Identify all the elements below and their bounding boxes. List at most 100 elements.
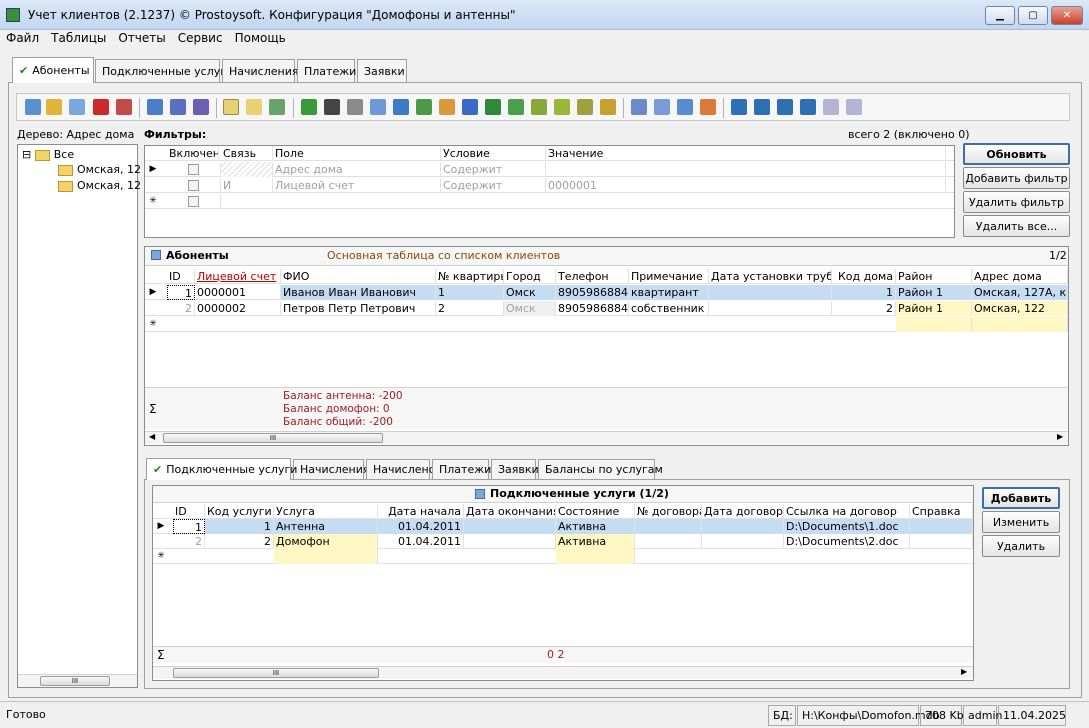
address-cell[interactable]: Омская, 127А, к1 xyxy=(972,285,1068,300)
export-txt-icon[interactable] xyxy=(531,99,547,115)
next-record-icon[interactable] xyxy=(777,99,793,115)
link-cell[interactable] xyxy=(221,162,273,177)
id-cell[interactable]: 2 xyxy=(167,301,195,316)
prev-record-icon[interactable] xyxy=(754,99,770,115)
export-csv-icon[interactable] xyxy=(508,99,524,115)
col-fio[interactable]: ФИО xyxy=(281,269,436,284)
filter-clear-icon[interactable] xyxy=(193,99,209,115)
grid-settings-icon[interactable] xyxy=(677,99,693,115)
scroll-right-icon[interactable]: ▶ xyxy=(1057,432,1063,441)
house-code-cell[interactable]: 1 xyxy=(832,285,896,300)
col-state[interactable]: Состояние xyxy=(556,504,635,519)
export-word-icon[interactable] xyxy=(462,99,478,115)
new-row[interactable]: ✳ xyxy=(145,317,1068,332)
reference-icon[interactable] xyxy=(823,99,839,115)
tab-charges[interactable]: Начисления xyxy=(222,59,298,83)
service-cell[interactable] xyxy=(274,549,378,564)
add-service-button[interactable]: Добавить xyxy=(982,487,1060,509)
menu-help[interactable]: Помощь xyxy=(229,30,292,45)
delete-all-icon[interactable] xyxy=(116,99,132,115)
menu-tables[interactable]: Таблицы xyxy=(45,30,112,45)
col-district[interactable]: Район xyxy=(896,269,972,284)
col-enabled[interactable]: Включен xyxy=(167,146,219,161)
enabled-checkbox[interactable] xyxy=(188,196,199,207)
export-html-icon[interactable] xyxy=(439,99,455,115)
col-end-date[interactable]: Дата окончания xyxy=(464,504,556,519)
col-id[interactable]: ID xyxy=(173,504,205,519)
address-tree[interactable]: ⊟ Все Омская, 12 Омская, 12 III xyxy=(17,144,141,688)
tab-payments[interactable]: Платежи xyxy=(297,59,356,83)
note-cell[interactable]: собственник xyxy=(629,301,709,316)
condition-cell[interactable]: Содержит xyxy=(441,162,546,177)
col-value[interactable]: Значение xyxy=(546,146,946,161)
table-row[interactable]: ▶ 1 1 Антенна 01.04.2011 Активна D:\Docu… xyxy=(153,519,973,534)
col-note[interactable]: Примечание xyxy=(629,269,709,284)
subscribers-hscrollbar[interactable]: ◀ III ▶ xyxy=(145,431,1068,444)
tree-node[interactable]: Омская, 12 xyxy=(58,179,141,192)
table-row[interactable]: ▶ Адрес дома Содержит xyxy=(145,162,954,177)
filter-icon[interactable] xyxy=(147,99,163,115)
col-city[interactable]: Город xyxy=(504,269,556,284)
service-code-cell[interactable]: 2 xyxy=(205,534,274,549)
subtab-payments[interactable]: Платежи xyxy=(432,459,491,479)
filter-remove-icon[interactable] xyxy=(170,99,186,115)
account-cell[interactable]: 0000002 xyxy=(195,301,281,316)
contract-link-cell[interactable]: D:\Documents\2.doc xyxy=(784,534,910,549)
remove-all-filters-button[interactable]: Удалить все... xyxy=(963,215,1070,237)
field-cell[interactable]: Лицевой счет xyxy=(273,178,441,193)
tab-subscribers[interactable]: ✔ Абоненты xyxy=(12,57,94,83)
end-date-cell[interactable] xyxy=(464,519,556,534)
minimize-button[interactable]: ▁ xyxy=(985,6,1015,25)
start-date-cell[interactable]: 01.04.2011 xyxy=(378,534,464,549)
new-row[interactable]: ✳ xyxy=(145,194,954,209)
tree-hscrollbar[interactable]: III xyxy=(18,674,137,687)
contract-link-cell[interactable]: D:\Documents\1.doc xyxy=(784,519,910,534)
menu-reports[interactable]: Отчеты xyxy=(112,30,171,45)
col-contract-date[interactable]: Дата договора xyxy=(702,504,784,519)
chart-icon[interactable] xyxy=(600,99,616,115)
contract-date-cell[interactable] xyxy=(702,519,784,534)
apartment-cell[interactable]: 1 xyxy=(436,285,504,300)
delete-icon[interactable] xyxy=(93,99,109,115)
close-button[interactable]: ✕ xyxy=(1051,6,1083,25)
tab-requests[interactable]: Заявки xyxy=(357,59,407,83)
table-row[interactable]: И Лицевой счет Содержит 0000001 xyxy=(145,178,954,193)
fio-cell[interactable]: Петров Петр Петрович xyxy=(281,301,436,316)
city-cell[interactable]: Омск xyxy=(504,285,556,300)
table-row[interactable]: 2 2 Домофон 01.04.2011 Активна D:\Docume… xyxy=(153,534,973,549)
subtab-requests[interactable]: Заявки xyxy=(491,459,539,479)
value-cell[interactable]: 0000001 xyxy=(546,178,946,193)
condition-cell[interactable]: Содержит xyxy=(441,178,546,193)
state-cell[interactable]: Активна xyxy=(556,534,635,549)
col-contract-no[interactable]: № договора xyxy=(635,504,702,519)
filter-toggle-icon[interactable] xyxy=(223,99,239,115)
state-cell[interactable] xyxy=(556,549,635,564)
collapse-icon[interactable]: ⊟ xyxy=(22,148,31,161)
service-code-cell[interactable]: 1 xyxy=(205,519,274,534)
enabled-checkbox[interactable] xyxy=(188,164,199,175)
link-cell[interactable]: И xyxy=(221,178,273,193)
col-service-code[interactable]: Код услуги xyxy=(205,504,274,519)
address-cell[interactable]: Омская, 122 xyxy=(972,301,1068,316)
tree-filter-icon[interactable] xyxy=(246,99,262,115)
sql-icon[interactable] xyxy=(269,99,285,115)
preview-icon[interactable] xyxy=(370,99,386,115)
new-row[interactable]: ✳ xyxy=(153,549,973,564)
export-dbf-icon[interactable] xyxy=(577,99,593,115)
binoculars-icon[interactable] xyxy=(324,99,340,115)
excel-icon[interactable] xyxy=(485,99,501,115)
scroll-thumb[interactable]: III xyxy=(40,676,110,686)
id-cell[interactable]: 2 xyxy=(173,534,205,549)
col-account[interactable]: Лицевой счет xyxy=(195,269,281,284)
scroll-thumb[interactable]: III xyxy=(163,433,383,443)
subtab-service-balances[interactable]: Балансы по услугам xyxy=(538,459,663,479)
note-cell[interactable] xyxy=(910,519,973,534)
house-code-cell[interactable]: 2 xyxy=(832,301,896,316)
col-link[interactable]: Связь xyxy=(221,146,273,161)
services-hscrollbar[interactable]: III ▶ xyxy=(153,666,973,679)
maximize-button[interactable]: ▢ xyxy=(1018,6,1048,25)
last-record-icon[interactable] xyxy=(800,99,816,115)
col-field[interactable]: Поле xyxy=(273,146,441,161)
sort-icon[interactable] xyxy=(631,99,647,115)
state-cell[interactable]: Активна xyxy=(556,519,635,534)
